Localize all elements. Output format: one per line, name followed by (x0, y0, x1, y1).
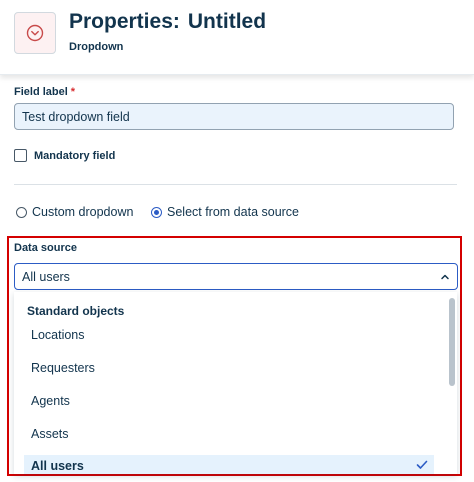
field-label-input[interactable]: Test dropdown field (14, 103, 454, 130)
properties-header: Properties: Untitled Dropdown (0, 0, 474, 75)
radio-data-source[interactable]: Select from data source (151, 205, 299, 219)
mandatory-field-row[interactable]: Mandatory field (14, 149, 115, 162)
menu-group-standard-objects: Standard objects (27, 304, 125, 318)
menu-scrollbar-thumb[interactable] (449, 298, 455, 386)
data-source-value: All users (22, 269, 70, 284)
menu-item-agents[interactable]: Agents (24, 390, 434, 412)
data-source-menu: Standard objects Locations Requesters Ag… (14, 292, 457, 474)
radio-label-custom: Custom dropdown (32, 205, 134, 219)
radio-button-custom[interactable] (16, 206, 27, 218)
required-marker: * (70, 86, 76, 98)
field-label-heading: Field label * (14, 86, 75, 98)
menu-item-locations[interactable]: Locations (24, 324, 434, 346)
radio-label-data-source: Select from data source (167, 205, 300, 219)
menu-item-all-users-label: All users (31, 459, 84, 473)
menu-item-all-users[interactable]: All users (24, 455, 434, 474)
menu-item-requesters[interactable]: Requesters (24, 357, 434, 379)
field-type-subtitle: Dropdown (69, 41, 124, 53)
page-title: Properties: Untitled (69, 10, 266, 34)
checkmark-icon (416, 460, 428, 469)
title-name: Untitled (187, 10, 267, 33)
data-source-label: Data source (14, 242, 77, 254)
section-divider (14, 184, 457, 185)
dropdown-icon (14, 12, 56, 54)
menu-scrollbar[interactable] (449, 298, 455, 470)
menu-item-assets[interactable]: Assets (24, 423, 434, 445)
mandatory-checkbox[interactable] (14, 149, 27, 162)
mandatory-label: Mandatory field (34, 149, 116, 162)
title-prefix: Properties: (69, 10, 180, 33)
radio-button-data-source[interactable] (151, 206, 162, 218)
chevron-up-icon (441, 274, 449, 279)
field-label-text: Field label (14, 86, 68, 98)
radio-custom-dropdown[interactable]: Custom dropdown (16, 205, 133, 219)
data-source-select[interactable]: All users (14, 263, 458, 290)
